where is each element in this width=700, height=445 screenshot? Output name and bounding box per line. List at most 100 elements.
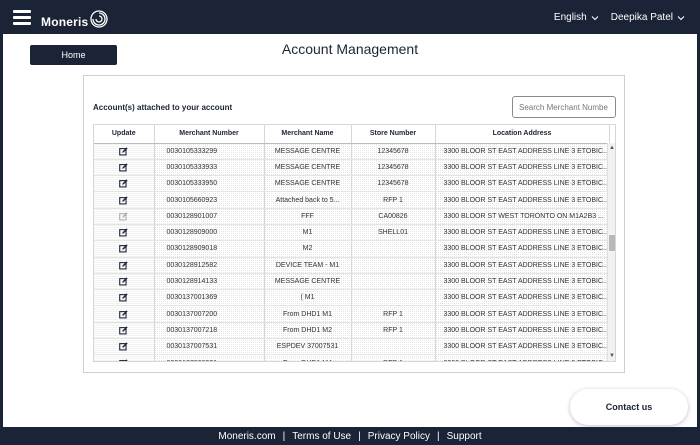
table-row: 0030137001369( M1 3300 BLOOR ST EAST ADDR… <box>94 289 610 307</box>
update-cell <box>94 175 155 193</box>
update-cell <box>94 208 155 225</box>
footer-separator: | <box>282 430 286 442</box>
edit-icon[interactable] <box>119 342 128 351</box>
edit-icon <box>119 212 128 221</box>
edit-icon[interactable] <box>119 147 128 156</box>
update-cell <box>94 240 155 258</box>
language-selector[interactable]: English <box>554 12 599 23</box>
location-address-cell: 3300 BLOOR ST WEST TORONTO ON M1A2B3 ... <box>435 208 610 225</box>
merchant-name-cell: DEVICE TEAM - M1 <box>264 257 352 274</box>
merchant-name-cell: FFF <box>264 208 352 225</box>
edit-icon[interactable] <box>119 277 128 286</box>
update-cell <box>94 224 155 242</box>
table-body: 0030105333299 MESSAGE CENTRE 12345678 3300 … <box>94 143 610 361</box>
merchant-name-cell: M1 <box>264 224 352 242</box>
location-address-cell: 3300 BLOOR ST EAST ADDRESS LINE 3 ETOBIC… <box>435 273 610 291</box>
merchant-search-input[interactable] <box>512 96 616 118</box>
merchant-number-cell: 0030105660923 <box>154 191 265 209</box>
table-row: 0030105333933 MESSAGE CENTRE 12345678 3300 … <box>94 159 610 177</box>
merchant-number-cell: 0030137007218 <box>154 322 265 340</box>
accounts-table: Update Merchant Number Merchant Name Sto… <box>93 124 616 362</box>
accounts-label: Account(s) attached to your account <box>93 103 233 112</box>
store-number-cell <box>351 257 436 274</box>
edit-icon[interactable] <box>119 163 128 172</box>
table-row: 0030128901007 FFF CA00826 3300 BLOOR ST WES… <box>94 208 610 225</box>
merchant-name-cell: Attached back to 5... <box>264 191 352 209</box>
location-address-cell: 3300 BLOOR ST EAST ADDRESS LINE 3 ETOBIC… <box>435 191 610 209</box>
top-nav-bar: Moneris English Deepika Patel <box>3 3 697 34</box>
header-right: English Deepika Patel <box>542 12 685 23</box>
chevron-down-icon <box>677 15 685 20</box>
brand-logo[interactable]: Moneris <box>41 9 109 29</box>
table-header-row: Update Merchant Number Merchant Name Sto… <box>94 125 610 144</box>
footer-link-privacy[interactable]: Privacy Policy <box>368 431 430 442</box>
merchant-name-cell: MESSAGE CENTRE <box>264 143 352 160</box>
table-row: 0030137007531 ESPDEV 37007531 3300 BLOOR S… <box>94 338 610 356</box>
store-number-cell: RFP 1 <box>351 305 436 323</box>
store-number-cell <box>351 240 436 258</box>
column-header-location-address[interactable]: Location Address <box>435 125 610 144</box>
footer-link-support[interactable]: Support <box>447 431 482 442</box>
store-number-cell: RFP 1 <box>351 354 436 361</box>
update-cell <box>94 354 155 361</box>
update-cell <box>94 143 155 160</box>
merchant-number-cell: 0030128912582 <box>154 257 265 274</box>
accounts-card: Account(s) attached to your account Upda… <box>83 75 625 373</box>
table-row: 0030137007218 From DHD1 M2 RFP 1 3300 BLOOR… <box>94 322 610 340</box>
store-number-cell: RFP 1 <box>351 191 436 209</box>
scrollbar-thumb[interactable] <box>609 235 615 251</box>
column-header-store-number[interactable]: Store Number <box>351 125 436 144</box>
chevron-down-icon <box>591 15 599 20</box>
edit-icon[interactable] <box>119 358 128 361</box>
edit-icon[interactable] <box>119 309 128 319</box>
edit-icon[interactable] <box>119 326 128 335</box>
footer: Moneris.com | Terms of Use | Privacy Pol… <box>3 427 697 442</box>
table-scrollbar[interactable]: ▲ ▼ <box>607 143 615 361</box>
edit-icon[interactable] <box>119 228 128 237</box>
table-row: 0030105333950 MESSAGE CENTRE 12345678 3300 … <box>94 175 610 193</box>
scroll-down-arrow-icon[interactable]: ▼ <box>609 353 615 359</box>
brand-name: Moneris <box>41 15 89 29</box>
merchant-number-cell: 0030137008221 <box>154 354 265 361</box>
store-number-cell <box>351 289 436 307</box>
user-menu[interactable]: Deepika Patel <box>611 12 685 23</box>
contact-us-button[interactable]: Contact us <box>570 389 688 425</box>
edit-icon[interactable] <box>119 244 128 253</box>
table-row: 0030128914133 MESSAGE CENTRE 3300 BLOOR ST… <box>94 273 610 291</box>
merchant-number-cell: 0030105333933 <box>154 159 265 177</box>
update-cell <box>94 257 155 274</box>
edit-icon[interactable] <box>119 293 128 302</box>
store-number-cell <box>351 273 436 291</box>
merchant-name-cell: From DHD1 M4 <box>264 354 352 361</box>
footer-link-terms[interactable]: Terms of Use <box>292 431 351 442</box>
scroll-up-arrow-icon[interactable]: ▲ <box>609 145 615 151</box>
edit-icon[interactable] <box>119 179 128 188</box>
merchant-name-cell: ( M1 <box>264 289 352 307</box>
user-name: Deepika Patel <box>610 12 673 23</box>
update-cell <box>94 338 155 356</box>
update-cell <box>94 191 155 209</box>
store-number-cell: 12345678 <box>351 159 436 177</box>
merchant-number-cell: 0030137001369 <box>154 289 265 307</box>
location-address-cell: 3300 BLOOR ST EAST ADDRESS LINE 3 ETOBIC… <box>435 305 610 323</box>
hamburger-menu-icon[interactable] <box>13 10 31 25</box>
store-number-cell: RFP 1 <box>351 322 436 340</box>
merchant-name-cell: MESSAGE CENTRE <box>264 159 352 177</box>
update-cell <box>94 305 155 323</box>
merchant-number-cell: 0030105333299 <box>154 143 265 160</box>
footer-link-moneris[interactable]: Moneris.com <box>218 431 275 442</box>
store-number-cell: 12345678 <box>351 175 436 193</box>
column-header-merchant-number[interactable]: Merchant Number <box>154 125 265 144</box>
column-header-update[interactable]: Update <box>94 125 155 144</box>
table-row: 0030105333299 MESSAGE CENTRE 12345678 3300 … <box>94 143 610 160</box>
footer-separator: | <box>358 430 361 442</box>
column-header-merchant-name[interactable]: Merchant Name <box>264 125 352 144</box>
table-row: 0030137007200 From DHD1 M1 RFP 1 3300 BLOOR… <box>94 305 610 323</box>
merchant-number-cell: 0030137007531 <box>154 338 265 356</box>
update-cell <box>94 273 155 291</box>
edit-icon[interactable] <box>119 195 128 205</box>
language-label: English <box>553 12 587 23</box>
store-number-cell <box>351 338 436 356</box>
update-cell <box>94 159 155 177</box>
edit-icon[interactable] <box>119 261 128 270</box>
